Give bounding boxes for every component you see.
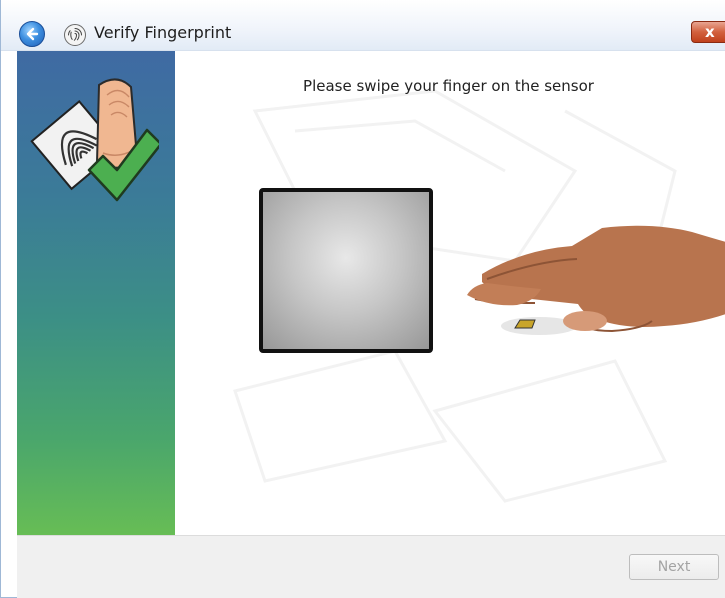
next-button[interactable]: Next — [629, 554, 719, 580]
footer-bar: Next — [17, 535, 725, 598]
hand-swipe-illustration — [467, 225, 725, 335]
verify-fingerprint-window: Verify Fingerprint x Please swipe your f… — [0, 0, 725, 598]
close-button[interactable]: x — [691, 21, 725, 43]
instruction-label: Please swipe your finger on the sensor — [303, 77, 594, 95]
back-button[interactable] — [19, 21, 45, 47]
fingerprint-preview-box — [259, 188, 433, 353]
main-content: Please swipe your finger on the sensor — [175, 51, 725, 535]
back-arrow-icon — [26, 27, 39, 41]
window-title: Verify Fingerprint — [94, 23, 232, 42]
fingerprint-verified-icon — [30, 78, 159, 202]
close-icon: x — [705, 23, 715, 41]
sidebar-banner — [17, 51, 175, 535]
title-bar: Verify Fingerprint x — [1, 0, 725, 51]
instruction-text: Please swipe your finger on the sensor — [175, 77, 725, 95]
fingerprint-icon — [64, 24, 86, 46]
